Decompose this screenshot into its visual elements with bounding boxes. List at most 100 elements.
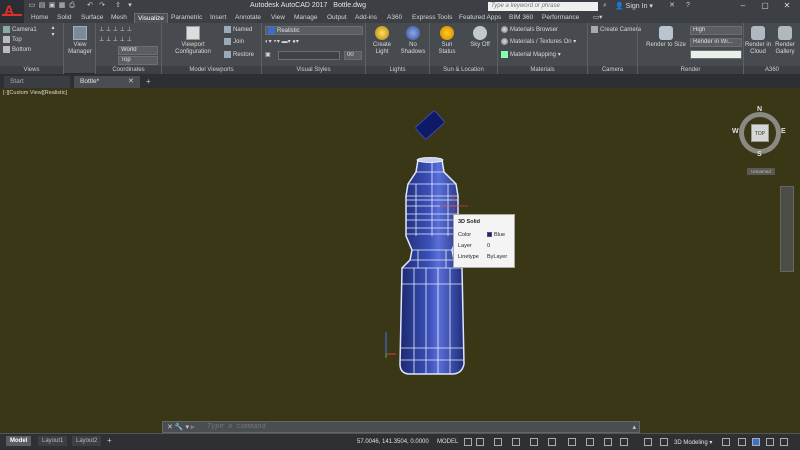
create-camera-button[interactable]: Create Camera (591, 26, 641, 34)
search-input[interactable]: Type a keyword or phrase (488, 2, 598, 11)
render-size-field[interactable] (690, 50, 742, 59)
view-bottom[interactable]: Bottom (3, 46, 31, 54)
compass-north[interactable]: N (757, 106, 762, 113)
no-shadows-button[interactable]: No Shadows (398, 26, 428, 56)
tab-mesh[interactable]: Mesh (108, 13, 130, 23)
model-space-button[interactable]: MODEL (437, 439, 458, 445)
isodraft-icon[interactable] (530, 438, 538, 446)
object-snap-icon[interactable] (548, 438, 556, 446)
maximize-button[interactable]: ▢ (754, 0, 776, 12)
material-mapping-dropdown[interactable]: Material Mapping ▾ (501, 51, 561, 59)
customization-icon[interactable] (780, 438, 788, 446)
tab-add-ins[interactable]: Add-ins (352, 13, 380, 23)
snap-icon[interactable] (476, 438, 484, 446)
layout-tab-model[interactable]: Model (6, 436, 32, 446)
compass-west[interactable]: W (732, 128, 739, 135)
help-icon[interactable]: ? (684, 2, 692, 10)
sky-off-button[interactable]: Sky Off (464, 26, 496, 49)
tab-bim-360[interactable]: BIM 360 (506, 13, 536, 23)
views-scroll[interactable]: ▴ ▾ (42, 25, 64, 39)
tab-a360[interactable]: A360 (384, 13, 405, 23)
named-views-dropdown[interactable]: Top (118, 56, 158, 65)
ucs-world-dropdown[interactable]: World (118, 46, 158, 55)
compass-east[interactable]: E (781, 128, 786, 135)
sign-in-button[interactable]: 👤 Sign In ▾ (615, 2, 653, 10)
quick-access-dropdown-icon[interactable]: ▾ (126, 2, 134, 10)
tab-parametric[interactable]: Parametric (168, 13, 205, 23)
tab-home[interactable]: Home (28, 13, 51, 23)
transparency-icon[interactable] (586, 438, 594, 446)
ucs-icons-row-2[interactable]: ⊥ ⊥ ⊥ ⊥ ⊥ (99, 36, 132, 44)
visual-style-tools[interactable]: ◐▾ ◓▾ ▬▾ ●▾ (265, 38, 299, 46)
command-dropdown-icon[interactable]: ▴ (632, 423, 636, 431)
layout-tab-layout1[interactable]: Layout1 (38, 436, 68, 446)
wcs-menu[interactable]: Unnamed (747, 168, 775, 175)
materials-browser-button[interactable]: Materials Browser (501, 26, 558, 34)
search-icon[interactable]: ⌕ (601, 2, 609, 10)
lineweight-icon[interactable] (568, 438, 576, 446)
command-line-controls[interactable]: ✕ 🔧 ▾ ▹ (167, 423, 194, 431)
view-camera1[interactable]: Camera1 (3, 26, 37, 34)
tab-surface[interactable]: Surface (78, 13, 106, 23)
bottle-model[interactable] (0, 88, 800, 433)
drawing-viewport[interactable]: [-][Custom View][Realistic] (0, 88, 800, 433)
opacity-slider[interactable] (278, 51, 340, 60)
materials-textures-dropdown[interactable]: Materials / Textures On ▾ (501, 38, 576, 46)
hardware-acceleration-icon[interactable] (766, 438, 774, 446)
opacity-value[interactable]: 00 (344, 51, 362, 60)
close-tab-icon[interactable]: ✕ (128, 77, 134, 85)
tab-view[interactable]: View (268, 13, 288, 23)
tab-solid[interactable]: Solid (54, 13, 74, 23)
tab-start[interactable]: Start (4, 76, 70, 88)
new-tab-icon[interactable]: + (146, 77, 151, 86)
workspace-switch[interactable]: 3D Modeling ▾ (674, 439, 712, 446)
add-layout-icon[interactable]: + (107, 436, 112, 445)
compass-south[interactable]: S (757, 151, 762, 158)
tab-performance[interactable]: Performance (539, 13, 582, 23)
new-file-icon[interactable]: ▭ (28, 2, 36, 10)
tab-output[interactable]: Output (324, 13, 350, 23)
visual-style-dropdown[interactable]: Realistic (265, 26, 363, 35)
viewcube-top-face[interactable]: TOP (751, 124, 769, 142)
application-menu-button[interactable]: A (0, 0, 24, 22)
create-light-button[interactable]: Create Light (368, 26, 396, 56)
polar-icon[interactable] (512, 438, 520, 446)
minimize-button[interactable]: – (732, 0, 754, 12)
ortho-icon[interactable] (494, 438, 502, 446)
view-top[interactable]: Top (3, 36, 22, 44)
isolate-objects-icon[interactable] (752, 438, 760, 446)
render-in-dropdown[interactable]: Render in Wi... (690, 38, 742, 47)
print-icon[interactable]: ⎙ (68, 2, 76, 10)
workspace-gear-icon[interactable] (660, 438, 668, 446)
tab-annotate[interactable]: Annotate (232, 13, 264, 23)
render-in-cloud-button[interactable]: Render in Cloud (745, 26, 771, 56)
tab-featured-apps[interactable]: Featured Apps (456, 13, 504, 23)
close-button[interactable]: ✕ (776, 0, 798, 12)
save-as-icon[interactable]: ▦ (58, 2, 66, 10)
undo-icon[interactable]: ↶ (86, 2, 94, 10)
share-icon[interactable]: ⇪ (114, 2, 122, 10)
coordinates-readout[interactable]: 57.0046, 141.3504, 0.0000 (357, 439, 429, 445)
render-to-size-button[interactable]: Render to Size (640, 26, 692, 49)
open-file-icon[interactable]: ▤ (38, 2, 46, 10)
grid-icon[interactable] (464, 438, 472, 446)
render-gallery-button[interactable]: Render Gallery (772, 26, 798, 56)
navigation-bar[interactable] (780, 186, 794, 272)
selection-cycling-icon[interactable] (604, 438, 612, 446)
tab-insert[interactable]: Insert (207, 13, 229, 23)
tab-express-tools[interactable]: Express Tools (409, 13, 455, 23)
save-icon[interactable]: ▣ (48, 2, 56, 10)
exchange-apps-icon[interactable]: ✕ (668, 2, 676, 10)
named-viewports-button[interactable]: Named (224, 26, 252, 34)
ribbon-options-icon[interactable]: ▭▾ (590, 13, 605, 23)
ucs-icons-row-1[interactable]: ⊥ ⊥ ⊥ ⊥ ⊥ (99, 26, 132, 34)
viewport-configuration-button[interactable]: Viewport Configuration (166, 26, 220, 56)
gizmo-icon[interactable] (644, 438, 652, 446)
render-quality-dropdown[interactable]: High (690, 26, 742, 35)
layout-tab-layout2[interactable]: Layout2 (72, 436, 102, 446)
redo-icon[interactable]: ↷ (98, 2, 106, 10)
annotation-monitor-icon[interactable] (722, 438, 730, 446)
viewcube[interactable]: TOP N S E W (732, 106, 786, 158)
view-manager-button[interactable]: View Manager (66, 26, 94, 56)
command-input[interactable] (207, 422, 627, 432)
